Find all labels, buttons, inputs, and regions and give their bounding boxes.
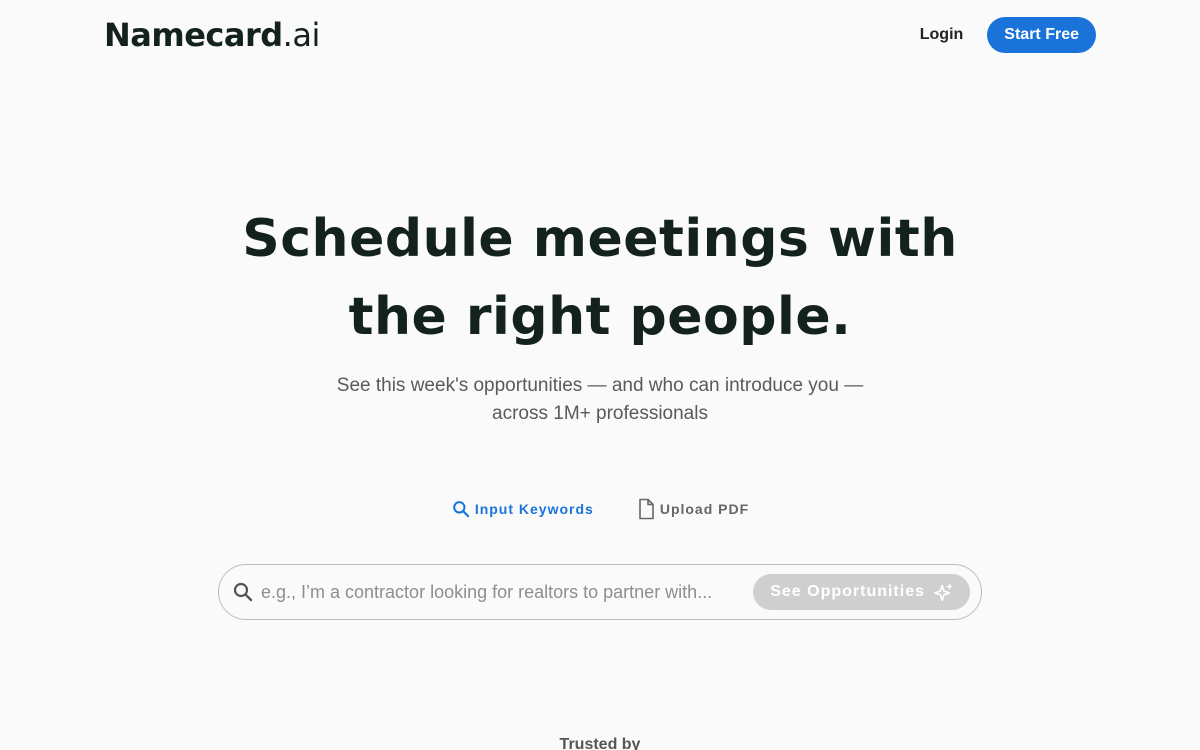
see-opportunities-label: See Opportunities xyxy=(770,583,925,600)
header: Namecard .ai Login Start Free xyxy=(104,14,1096,56)
see-opportunities-button[interactable]: See Opportunities xyxy=(753,574,970,610)
logo-name: Namecard xyxy=(104,16,283,54)
start-free-button[interactable]: Start Free xyxy=(987,17,1096,53)
tab-input-keywords[interactable]: Input Keywords xyxy=(451,498,594,520)
tab-upload-pdf-label: Upload PDF xyxy=(659,501,750,517)
hero-subtitle-line-2: across 1M+ professionals xyxy=(492,403,708,424)
hero-title-line-2: the right people. xyxy=(348,287,852,347)
search-icon xyxy=(233,582,253,602)
search-icon xyxy=(452,501,469,518)
landing-page: Namecard .ai Login Start Free Schedule me… xyxy=(0,0,1200,750)
login-link[interactable]: Login xyxy=(920,26,964,44)
hero-subtitle-line-1: See this week's opportunities — and who … xyxy=(336,375,864,396)
hero-title-line-1: Schedule meetings with xyxy=(242,209,958,269)
nav: Login Start Free xyxy=(920,17,1096,53)
tab-input-keywords-label: Input Keywords xyxy=(474,501,594,517)
search-input[interactable] xyxy=(261,581,754,603)
logo[interactable]: Namecard .ai xyxy=(104,16,320,54)
tab-upload-pdf[interactable]: Upload PDF xyxy=(636,498,749,520)
hero-subtitle: See this week's opportunities — and who … xyxy=(320,372,880,428)
sparkle-icon xyxy=(934,582,954,602)
input-mode-tabs: Input Keywords Upload PDF xyxy=(0,498,1200,520)
document-icon xyxy=(639,498,654,520)
hero-title: Schedule meetings with the right people. xyxy=(0,200,1200,356)
search-bar: See Opportunities xyxy=(218,564,982,620)
trusted-by-heading: Trusted by xyxy=(559,736,641,750)
logo-tld: .ai xyxy=(282,16,321,54)
